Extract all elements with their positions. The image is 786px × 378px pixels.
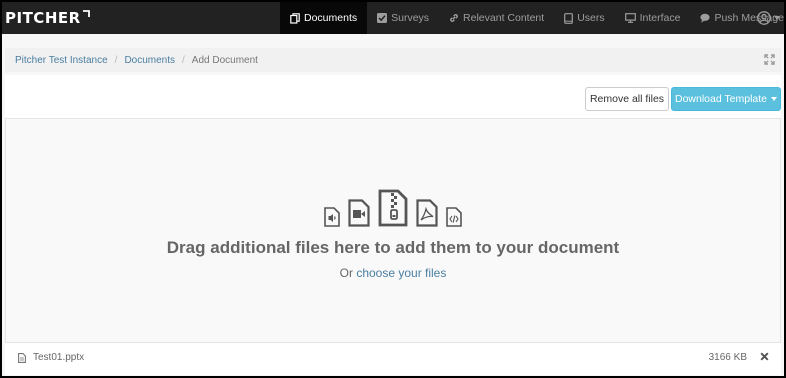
nav-item-surveys[interactable]: Surveys <box>367 2 439 34</box>
breadcrumb: Pitcher Test Instance / Documents / Add … <box>5 48 781 72</box>
nav-item-label: Relevant Content <box>463 12 545 24</box>
nav-item-relevant-content[interactable]: Relevant Content <box>439 2 554 34</box>
download-template-button[interactable]: Download Template <box>671 87 781 111</box>
pitcher-logo[interactable]: PITCHER <box>5 7 90 29</box>
documents-icon <box>290 12 300 24</box>
chevron-down-icon <box>774 16 780 20</box>
file-name: Test01.pptx <box>33 352 85 363</box>
nav-item-label: Documents <box>304 12 358 24</box>
checkbox-icon <box>377 13 388 23</box>
choose-files-link[interactable]: choose your files <box>356 266 446 280</box>
add-document-panel: Remove all files Download Template Drag … <box>5 75 781 375</box>
monitor-icon <box>624 13 636 23</box>
dropzone-subtitle-prefix: Or <box>339 266 353 280</box>
chat-icon <box>700 13 711 23</box>
file-type-icons <box>6 187 780 227</box>
app-window: PITCHER Documents Surveys Relevant Conte… <box>2 2 784 376</box>
remove-all-files-button[interactable]: Remove all files <box>585 87 669 111</box>
file-icon <box>18 352 26 363</box>
nav-item-label: Interface <box>639 12 681 24</box>
breadcrumb-current: Add Document <box>191 54 258 66</box>
download-template-label: Download Template <box>674 93 768 105</box>
zip-file-icon <box>378 189 408 227</box>
user-circle-icon <box>757 11 771 25</box>
top-navbar: PITCHER Documents Surveys Relevant Conte… <box>2 2 784 34</box>
nav-item-documents[interactable]: Documents <box>280 2 368 34</box>
chevron-down-icon <box>771 97 778 101</box>
nav-item-label: Users <box>577 12 605 24</box>
expand-icon[interactable] <box>764 54 775 65</box>
breadcrumb-link-documents[interactable]: Documents <box>124 55 175 66</box>
nav-menu: Documents Surveys Relevant Content Users… <box>280 2 784 34</box>
logo-corner-mark <box>82 10 90 17</box>
video-file-icon <box>348 199 370 227</box>
brand-name: PITCHER <box>5 9 81 27</box>
nav-item-users[interactable]: Users <box>554 2 614 34</box>
user-menu-toggle[interactable] <box>757 2 780 34</box>
audio-file-icon <box>324 207 340 227</box>
nav-item-label: Surveys <box>391 12 430 24</box>
pdf-file-icon <box>416 199 438 227</box>
breadcrumb-separator: / <box>182 54 185 66</box>
breadcrumb-link-instance[interactable]: Pitcher Test Instance <box>15 55 108 66</box>
breadcrumb-separator: / <box>114 54 118 66</box>
link-icon <box>450 14 458 22</box>
tablet-icon <box>564 12 574 24</box>
dropzone-subtitle: Or choose your files <box>6 266 780 280</box>
file-size: 3166 KB <box>708 352 747 363</box>
code-file-icon <box>446 207 462 227</box>
nav-item-interface[interactable]: Interface <box>615 2 691 34</box>
file-list-item: Test01.pptx 3166 KB <box>5 345 781 370</box>
close-icon[interactable] <box>760 352 769 361</box>
file-dropzone[interactable]: Drag additional files here to add them t… <box>5 118 781 343</box>
dropzone-title: Drag additional files here to add them t… <box>166 238 620 257</box>
